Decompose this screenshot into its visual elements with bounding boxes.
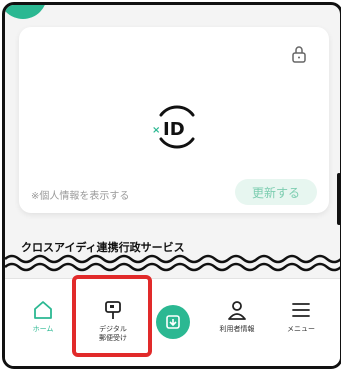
svg-text:×: × xyxy=(152,125,160,136)
lock-icon[interactable] xyxy=(291,45,307,63)
user-icon xyxy=(228,301,246,320)
tab-user-info-label: 利用者情報 xyxy=(219,325,255,333)
update-button[interactable]: 更新する xyxy=(235,179,317,205)
center-action-icon xyxy=(166,315,180,329)
content-cut-wave xyxy=(5,254,340,272)
menu-icon xyxy=(292,303,310,317)
home-icon xyxy=(34,301,52,319)
bottom-tab-bar: ホーム デジタル 郵便受け 利用者情報 メニュー xyxy=(5,278,340,366)
center-action-button[interactable] xyxy=(156,305,190,339)
tab-user-info[interactable]: 利用者情報 xyxy=(207,299,267,355)
tab-menu-label: メニュー xyxy=(287,325,315,333)
svg-text:ID: ID xyxy=(163,119,185,140)
scroll-indicator xyxy=(337,173,340,225)
id-card: × ID ※個人情報を表示する 更新する xyxy=(19,27,329,213)
tab-home-label: ホーム xyxy=(32,325,54,333)
tab-home[interactable]: ホーム xyxy=(13,299,73,355)
xid-logo-icon: × ID xyxy=(152,105,195,149)
mailbox-highlight-box xyxy=(72,275,152,357)
phone-frame: × ID ※個人情報を表示する 更新する クロスアイディ連携行政サービス ホーム… xyxy=(2,2,341,369)
tab-menu[interactable]: メニュー xyxy=(271,299,331,355)
app-badge xyxy=(5,5,47,19)
privacy-toggle-text[interactable]: ※個人情報を表示する xyxy=(31,187,129,202)
